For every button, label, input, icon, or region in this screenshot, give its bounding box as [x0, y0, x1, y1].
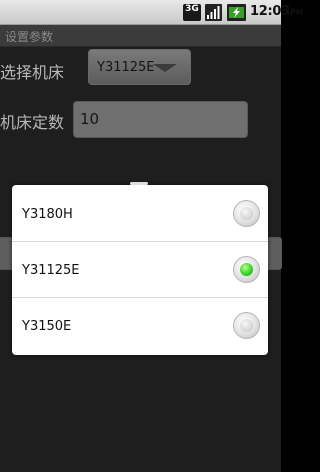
option-label: Y3180H: [22, 207, 73, 222]
radio-dot: [240, 319, 253, 332]
machine-spinner-value: Y31125E: [97, 60, 155, 75]
status-bar: 3G 12:03PM: [0, 0, 303, 25]
3g-icon: 3G: [183, 4, 201, 21]
radio-dot: [240, 207, 253, 220]
radio-button[interactable]: [233, 312, 260, 339]
status-time: 12:03PM: [250, 4, 303, 19]
option-label: Y3150E: [22, 319, 72, 334]
time-value: 12:03: [250, 4, 290, 19]
option-row-y3150e[interactable]: Y3150E: [12, 298, 268, 354]
time-ampm: PM: [289, 8, 304, 17]
radio-dot: [240, 263, 253, 276]
network-type-label: 3G: [185, 4, 199, 14]
radio-button-checked[interactable]: [233, 256, 260, 283]
constant-input[interactable]: 10: [73, 101, 248, 138]
battery-icon: [227, 4, 246, 21]
option-label: Y31125E: [22, 263, 80, 278]
chevron-down-icon: [153, 64, 177, 72]
dialog-handle: [130, 182, 148, 185]
constant-label: 机床定数: [0, 113, 65, 132]
machine-spinner[interactable]: Y31125E: [88, 49, 191, 85]
machine-label: 选择机床: [0, 63, 65, 82]
hidden-field-right: [266, 237, 282, 270]
screen: 3G 12:03PM 设置参数 选择机床 Y31125E 机床定数 10 Y31…: [0, 0, 303, 472]
option-row-y3180h[interactable]: Y3180H: [12, 186, 268, 242]
app-title: 设置参数: [5, 30, 54, 44]
signal-icon: [205, 4, 222, 21]
radio-button[interactable]: [233, 200, 260, 227]
app-title-bar: 设置参数: [0, 25, 281, 47]
machine-select-dialog: Y3180H Y31125E Y3150E: [12, 182, 268, 355]
option-row-y31125e[interactable]: Y31125E: [12, 242, 268, 298]
constant-input-value: 10: [80, 110, 100, 128]
